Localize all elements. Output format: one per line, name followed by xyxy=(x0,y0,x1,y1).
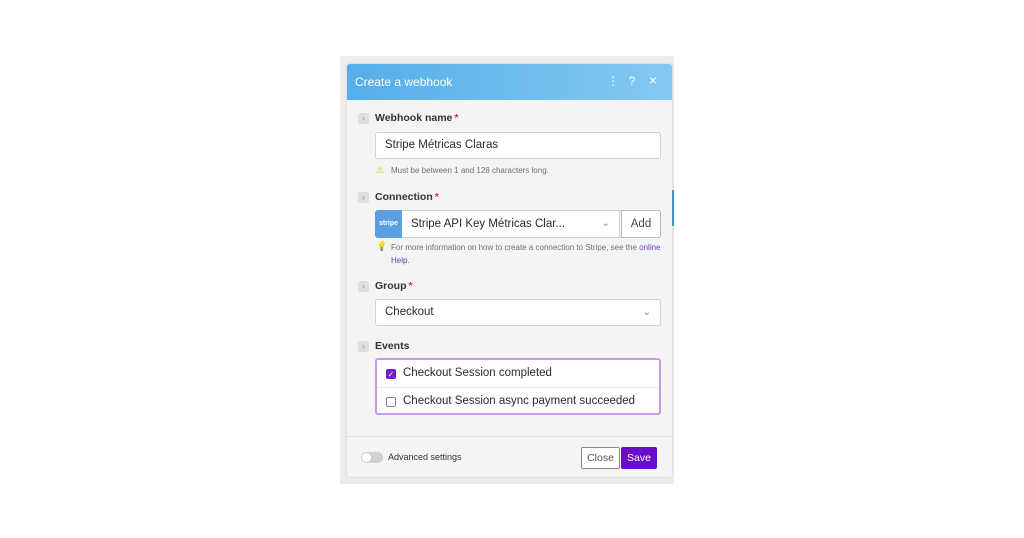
connection-control: stripe Stripe API Key Métricas Clar... ⌄… xyxy=(375,210,661,238)
chevron-down-icon: ⌄ xyxy=(642,307,651,318)
connection-hint: For more information on how to create a … xyxy=(391,243,661,265)
warning-icon: ⚠ xyxy=(376,165,385,175)
lightbulb-icon: 💡 xyxy=(376,241,388,251)
dialog-header: Create a webhook ⋮ ? × xyxy=(347,64,672,100)
required-asterisk: * xyxy=(454,112,459,124)
webhook-name-label: Webhook name * xyxy=(375,112,459,124)
webhook-name-input[interactable]: Stripe Métricas Claras xyxy=(375,132,661,159)
checkbox-checked-icon[interactable]: ✓ xyxy=(386,369,396,379)
events-list: ✓ Checkout Session completed Checkout Se… xyxy=(375,358,661,415)
connection-label: Connection * xyxy=(375,191,439,203)
expand-chevron-icon[interactable]: › xyxy=(358,113,369,124)
advanced-settings-toggle[interactable] xyxy=(361,452,383,463)
event-option[interactable]: ✓ Checkout Session completed xyxy=(377,360,659,387)
create-webhook-dialog: Create a webhook ⋮ ? × › Webhook name * S… xyxy=(347,64,672,477)
advanced-settings-label: Advanced settings xyxy=(388,452,462,462)
event-option-label: Checkout Session async payment succeeded xyxy=(403,395,636,407)
connection-select[interactable]: Stripe API Key Métricas Clar... ⌄ xyxy=(402,210,620,238)
help-icon[interactable]: ? xyxy=(626,74,638,88)
event-option[interactable]: Checkout Session async payment succeeded xyxy=(377,387,659,414)
dialog-footer: Advanced settings Close Save xyxy=(347,436,672,477)
events-label: Events xyxy=(375,340,410,352)
save-button[interactable]: Save xyxy=(621,447,657,469)
event-option-label: Checkout Session completed xyxy=(403,367,552,379)
chevron-down-icon: ⌄ xyxy=(601,218,610,229)
expand-chevron-icon[interactable]: › xyxy=(358,281,369,292)
expand-chevron-icon[interactable]: › xyxy=(358,192,369,203)
dialog-title: Create a webhook xyxy=(355,75,453,89)
group-select[interactable]: Checkout ⌄ xyxy=(375,299,661,326)
group-value: Checkout xyxy=(385,306,434,318)
expand-chevron-icon[interactable]: › xyxy=(358,341,369,352)
webhook-name-hint: Must be between 1 and 128 characters lon… xyxy=(391,166,549,175)
close-button[interactable]: Close xyxy=(581,447,620,469)
toggle-knob xyxy=(362,453,371,462)
close-icon[interactable]: × xyxy=(647,73,659,87)
more-menu-icon[interactable]: ⋮ xyxy=(607,74,619,88)
add-connection-button[interactable]: Add xyxy=(621,210,661,238)
stripe-logo: stripe xyxy=(375,210,402,238)
required-asterisk: * xyxy=(408,280,413,292)
checkbox-unchecked-icon[interactable] xyxy=(386,397,396,407)
group-label: Group * xyxy=(375,280,413,292)
required-asterisk: * xyxy=(434,191,439,203)
connection-value: Stripe API Key Métricas Clar... xyxy=(411,218,566,230)
